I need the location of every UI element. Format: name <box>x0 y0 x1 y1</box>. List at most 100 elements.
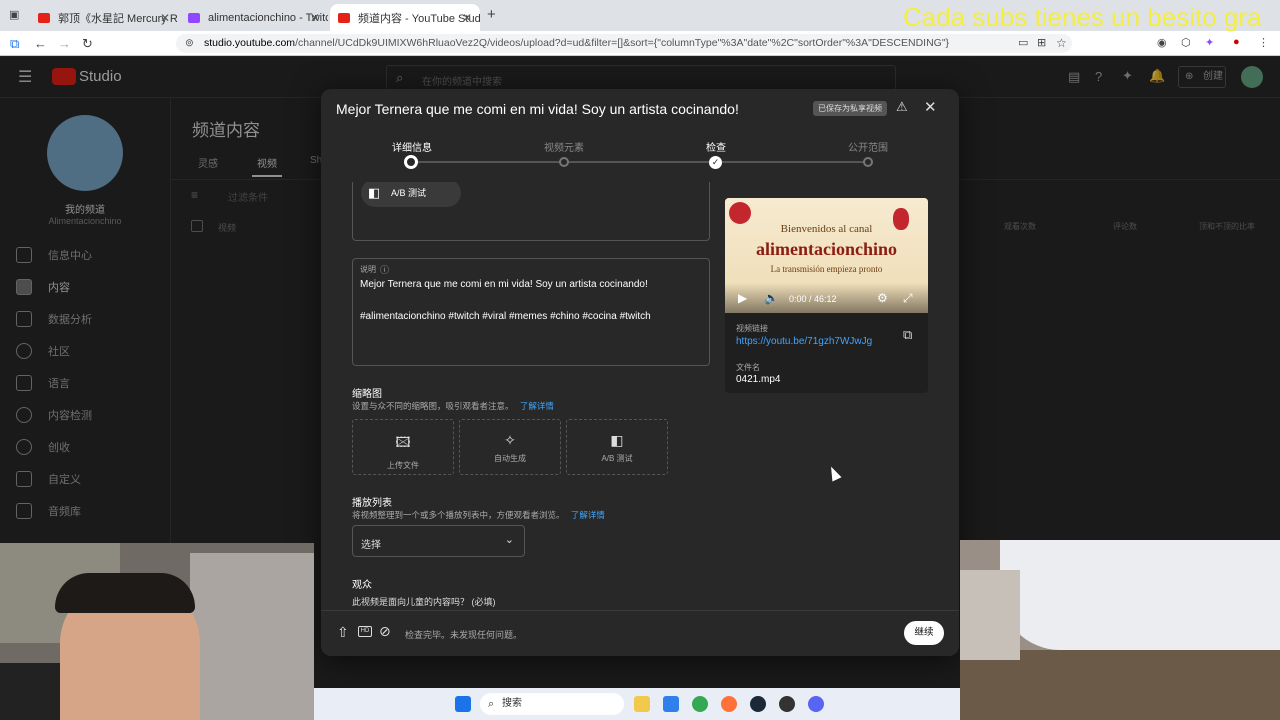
browser-tab-active[interactable]: 频道内容 - YouTube Studio ✕ <box>330 4 480 31</box>
fullscreen-icon[interactable]: ⤢ <box>903 291 913 306</box>
description-field[interactable]: 说明 ⓘ Mejor Ternera que me comi en mi vid… <box>352 258 710 366</box>
banner-line-3: La transmisión empieza pronto <box>770 264 883 274</box>
tab-actions-icon[interactable]: ▣ <box>9 8 19 21</box>
back-icon[interactable]: ← <box>34 36 47 51</box>
browser-tab[interactable]: alimentacionchino - Twitch ✕ <box>180 4 328 31</box>
ab-test-title-button[interactable]: ◧ A/B 测试 <box>361 182 461 207</box>
screenshot-icon[interactable]: ▭ <box>1018 36 1028 49</box>
url-field[interactable]: ⊚ studio.youtube.com/channel/UCdDk9UIMIX… <box>176 34 1072 53</box>
close-icon[interactable]: ✕ <box>924 98 937 116</box>
white-shirt <box>1000 540 1280 650</box>
step-elements-label[interactable]: 视频元素 <box>524 139 604 154</box>
copy-icon[interactable]: ⧉ <box>903 327 912 343</box>
extensions-icon[interactable]: ⬡ <box>1181 36 1191 49</box>
discord-icon[interactable] <box>808 696 824 712</box>
upload-icon[interactable]: ⇧ <box>337 624 349 641</box>
thumbnail-hint: 设置与众不同的缩略图，吸引观看者注意。 了解详情 <box>352 400 554 412</box>
youtube-icon <box>338 12 350 23</box>
close-tab-icon[interactable]: ✕ <box>310 11 320 25</box>
video-time: 0:00 / 46:12 <box>789 294 837 304</box>
forward-icon[interactable]: → <box>58 36 71 51</box>
playlist-learn-more-link[interactable]: 了解详情 <box>571 510 605 520</box>
feedback-icon[interactable]: ⚠ <box>896 99 908 115</box>
playlist-hint: 将视频整理到一个或多个播放列表中，方便观看者浏览。 了解详情 <box>352 509 605 521</box>
playlist-select-value: 选择 <box>361 540 381 551</box>
continue-button[interactable]: 继续 <box>904 621 944 645</box>
ab-test-thumbnail-label: A/B 测试 <box>601 454 633 463</box>
step-details-label[interactable]: 详细信息 <box>372 139 452 154</box>
step-checks-label[interactable]: 检查 <box>676 139 756 154</box>
play-icon[interactable]: ▶ <box>738 291 747 305</box>
close-tab-icon[interactable]: ✕ <box>462 11 472 25</box>
step-visibility-dot[interactable] <box>863 157 873 167</box>
twitch-icon <box>188 12 200 23</box>
step-checks-checkmark-icon[interactable]: ✓ <box>709 156 722 169</box>
person-hair <box>55 573 195 613</box>
close-tab-icon[interactable]: ✕ <box>160 11 170 25</box>
upload-thumbnail-button[interactable]: 🖾 上传文件 <box>352 419 454 475</box>
twitch-ext-icon[interactable]: ✦ <box>1205 36 1214 49</box>
chevron-down-icon: ⌄ <box>504 534 514 546</box>
webcam-overlay-left <box>0 543 314 720</box>
app-icon[interactable] <box>663 696 679 712</box>
menu-dots-icon[interactable]: ⋮ <box>1258 36 1269 49</box>
ext-icon[interactable]: ● <box>1233 36 1240 48</box>
dialog-title: Mejor Ternera que me comi en mi vida! So… <box>336 101 739 117</box>
checks-complete-icon[interactable]: ⊘ <box>379 623 391 640</box>
address-bar-row: ⧉ ← → ↻ ⊚ studio.youtube.com/channel/UCd… <box>0 31 1280 56</box>
browser-tab[interactable]: 郭顶《水星記 Mercury Re ✕ <box>30 4 178 31</box>
video-player[interactable]: Bienvenidos al canal alimentacionchino L… <box>725 198 928 313</box>
site-info-icon[interactable]: ⊚ <box>185 34 194 53</box>
step-details-dot[interactable] <box>404 155 418 169</box>
fan-decoration-icon <box>729 202 751 224</box>
thumbnail-heading: 缩略图 <box>352 389 382 400</box>
playlist-select[interactable]: 选择 ⌄ <box>352 525 525 557</box>
ab-test-label: A/B 测试 <box>391 188 427 198</box>
url-path: /channel/UCdDk9UIMIXW6hRluaoVez2Q/videos… <box>295 37 950 49</box>
ab-test-thumbnail-button[interactable]: ◧ A/B 测试 <box>566 419 668 475</box>
filename-label: 文件名 <box>736 363 760 372</box>
step-visibility-label[interactable]: 公开范围 <box>828 139 908 154</box>
new-tab-icon[interactable]: + <box>487 6 496 23</box>
obs-icon[interactable] <box>779 696 795 712</box>
file-explorer-icon[interactable] <box>634 696 650 712</box>
playlist-heading: 播放列表 <box>352 498 392 509</box>
windows-start-icon[interactable] <box>455 696 471 712</box>
install-icon[interactable]: ⊞ <box>1037 36 1046 49</box>
description-line-2: #alimentacionchino #twitch #viral #memes… <box>360 311 651 322</box>
auto-generate-thumbnail-button[interactable]: ✧ 自动生成 <box>459 419 561 475</box>
search-icon: ⌕ <box>488 698 495 710</box>
firefox-icon[interactable] <box>721 696 737 712</box>
profile-icon[interactable]: ◉ <box>1157 36 1167 49</box>
banner-line-2: alimentacionchino <box>755 239 897 259</box>
sparkle-icon: ✧ <box>504 432 516 448</box>
webcam-overlay-right <box>960 540 1280 720</box>
steam-icon[interactable] <box>750 696 766 712</box>
reload-icon[interactable]: ↻ <box>82 36 93 52</box>
volume-icon[interactable]: 🔈 <box>764 291 779 305</box>
hd-icon[interactable]: HD <box>358 626 372 637</box>
ab-test-icon: ◧ <box>610 432 624 448</box>
video-link[interactable]: https://youtu.be/71gzh7WJwJg <box>736 336 872 347</box>
taskbar-search-placeholder: 搜索 <box>502 698 522 709</box>
upload-thumbnail-label: 上传文件 <box>387 461 419 470</box>
shop-shelves <box>960 650 1280 720</box>
taskbar-search[interactable]: ⌕ 搜索 <box>480 693 624 715</box>
chair <box>0 663 60 720</box>
image-upload-icon: 🖾 <box>395 434 411 450</box>
description-line-1: Mejor Ternera que me comi en mi vida! So… <box>360 279 648 290</box>
playlist-hint-text: 将视频整理到一个或多个播放列表中，方便观看者浏览。 <box>352 510 565 520</box>
settings-gear-icon[interactable]: ⚙ <box>877 291 888 305</box>
chrome-icon[interactable] <box>692 696 708 712</box>
step-elements-dot[interactable] <box>559 157 569 167</box>
sidebar-icon[interactable]: ⧉ <box>10 36 19 52</box>
description-label: 说明 <box>360 265 376 274</box>
help-icon[interactable]: ⓘ <box>380 263 389 276</box>
footer-status: 检查完毕。未发现任何问题。 <box>405 630 523 640</box>
saved-private-badge: 已保存为私享视频 <box>813 101 887 116</box>
bookmark-star-icon[interactable]: ☆ <box>1056 36 1067 50</box>
audience-heading: 观众 <box>352 580 372 591</box>
thumbnail-learn-more-link[interactable]: 了解详情 <box>520 401 554 411</box>
shop-shelf <box>190 553 314 720</box>
title-field[interactable]: ◧ A/B 测试 <box>352 182 710 241</box>
